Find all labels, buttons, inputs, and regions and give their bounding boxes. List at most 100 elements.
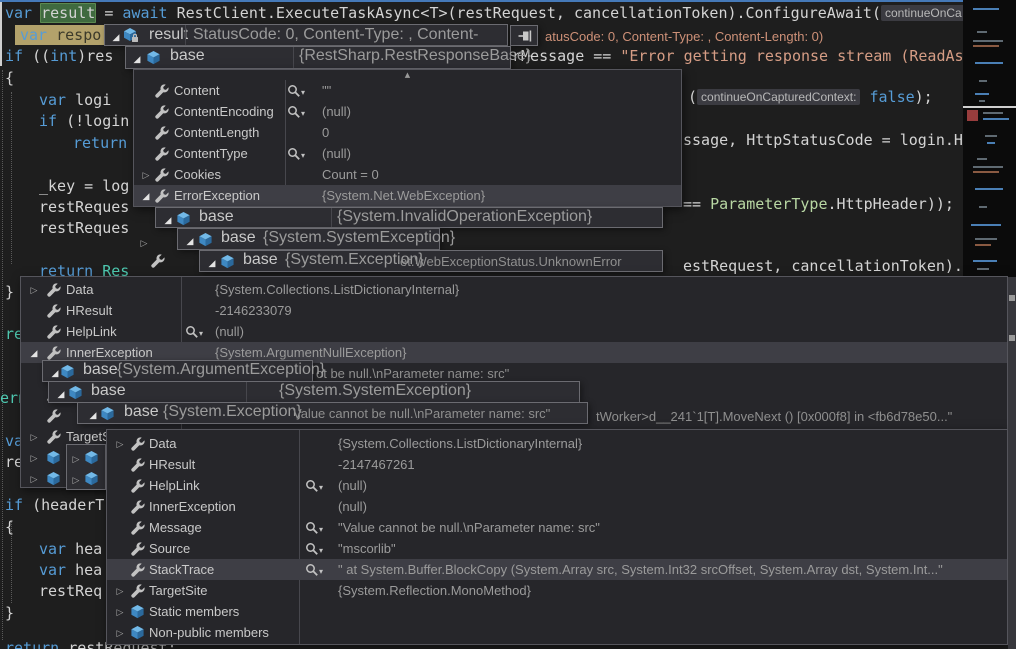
expanded-chevron-icon[interactable] xyxy=(86,403,100,422)
datatip-root-row[interactable]: result StatusCode: 0, Content-Type: , Co… xyxy=(104,24,508,63)
property-row-selected[interactable]: ErrorException {System.Net.WebException} xyxy=(134,185,681,206)
property-row[interactable]: ContentEncoding ▾ (null) xyxy=(134,101,681,122)
member-value: {System.SystemException} xyxy=(279,382,472,399)
property-row[interactable]: HelpLink ▾ (null) xyxy=(21,321,1007,342)
expanded-chevron-icon[interactable] xyxy=(183,229,197,248)
magnifier-icon[interactable]: ▾ xyxy=(305,541,323,556)
class-cube-icon xyxy=(84,450,99,465)
code-text: (!login xyxy=(66,112,130,130)
property-row[interactable]: Non-public members xyxy=(107,622,1007,643)
collapsed-chevron-icon[interactable] xyxy=(27,468,41,491)
expanded-chevron-icon[interactable] xyxy=(54,382,68,401)
member-name: base xyxy=(199,208,234,225)
minimap-mark xyxy=(973,40,1003,42)
nested-base-row[interactable]: base {System.SystemException} xyxy=(177,228,455,250)
wrench-icon xyxy=(150,253,165,268)
wrench-icon xyxy=(46,282,61,297)
property-row[interactable]: HelpLink ▾ (null) xyxy=(107,475,1007,496)
property-row[interactable]: HResult -2146233079 xyxy=(21,300,1007,321)
expanded-chevron-icon[interactable] xyxy=(161,208,175,227)
collapsed-chevron-icon[interactable] xyxy=(27,279,41,302)
property-row[interactable]: Data {System.Collections.ListDictionaryI… xyxy=(21,279,1007,300)
magnifier-icon[interactable]: ▾ xyxy=(305,520,323,535)
collapsed-chevron-icon[interactable] xyxy=(137,231,151,250)
datatip-base-row[interactable]: base {RestSharp.RestResponseBase} xyxy=(125,46,531,69)
nested-base-row[interactable]: base {System.Exception} et.WebExceptionS… xyxy=(199,250,663,272)
code-text: )res xyxy=(77,47,114,65)
minimap[interactable] xyxy=(963,0,1016,277)
nested-base-row[interactable]: base {System.InvalidOperationException} xyxy=(155,207,663,228)
property-row[interactable]: Cookies Count = 0 xyxy=(134,164,681,185)
collapsed-chevron-icon[interactable] xyxy=(139,164,153,187)
magnifier-icon[interactable]: ▾ xyxy=(287,104,305,119)
code-line-17: if (headerT xyxy=(5,495,104,516)
magnifier-icon[interactable]: ▾ xyxy=(305,562,323,577)
property-row[interactable]: HResult -2147467261 xyxy=(107,454,1007,475)
minimap-mark xyxy=(973,260,997,262)
wrench-icon xyxy=(130,562,145,577)
expanded-chevron-icon[interactable] xyxy=(109,25,123,48)
datatip-popup-exception: Data {System.Collections.ListDictionaryI… xyxy=(106,429,1008,645)
wrench-icon xyxy=(130,583,145,598)
property-value: {System.Net.WebException} xyxy=(322,188,486,203)
wrench-icon xyxy=(130,541,145,556)
property-row[interactable]: Data {System.Collections.ListDictionaryI… xyxy=(107,433,1007,454)
property-row[interactable]: ContentType ▾ (null) xyxy=(134,143,681,164)
collapsed-chevron-icon[interactable] xyxy=(113,580,127,603)
collapsed-chevron-icon[interactable] xyxy=(27,447,41,470)
property-row[interactable]: Message ▾ "Value cannot be null.\nParame… xyxy=(107,517,1007,538)
nested-base-row[interactable]: base {System.ArgumentException} xyxy=(42,360,325,382)
collapsed-chevron-icon[interactable] xyxy=(113,601,127,624)
code-keyword: false xyxy=(860,88,915,106)
collapsed-chevron-icon[interactable] xyxy=(113,433,127,456)
minimap-mark xyxy=(975,93,989,95)
wrench-icon xyxy=(46,303,61,318)
property-name: ErrorException xyxy=(174,188,260,203)
property-row[interactable]: Static members xyxy=(107,601,1007,622)
collapsed-chevron-icon[interactable] xyxy=(113,622,127,645)
magnifier-icon[interactable]: ▾ xyxy=(287,83,305,98)
property-name: HResult xyxy=(66,303,113,318)
wrench-icon xyxy=(46,345,61,360)
property-row[interactable]: InnerException (null) xyxy=(107,496,1007,517)
wrench-icon xyxy=(154,125,169,140)
code-right-6: estRequest, cancellationToken).C xyxy=(683,257,972,275)
expanded-chevron-icon[interactable] xyxy=(205,251,219,270)
property-row[interactable]: ContentLength 0 xyxy=(134,122,681,143)
magnifier-icon[interactable]: ▾ xyxy=(305,478,323,493)
collapsed-chevron-icon[interactable] xyxy=(27,426,41,449)
property-row-selected[interactable]: StackTrace ▾ " at System.Buffer.BlockCop… xyxy=(107,559,1007,580)
member-name: base xyxy=(124,403,159,420)
expanded-chevron-icon[interactable] xyxy=(139,185,153,208)
property-value: "Value cannot be null.\nParameter name: … xyxy=(338,520,600,535)
property-row[interactable]: Content ▾ "" xyxy=(134,80,681,101)
collapsed-chevron-icon[interactable] xyxy=(69,468,83,487)
vertical-scrollbar[interactable] xyxy=(1008,277,1016,649)
magnifier-icon[interactable]: ▾ xyxy=(185,324,203,339)
pin-button[interactable] xyxy=(510,25,538,46)
magnifier-icon[interactable]: ▾ xyxy=(287,146,305,161)
column-separator xyxy=(246,382,247,402)
minimap-mark xyxy=(979,206,987,208)
code-text: RestClient.ExecuteTaskAsync<T>(restReque… xyxy=(167,4,881,22)
collapsed-chevron-icon[interactable] xyxy=(69,447,83,466)
code-keyword: if xyxy=(5,496,33,514)
minimap-error-mark xyxy=(967,110,978,121)
expanded-chevron-icon[interactable] xyxy=(27,342,41,365)
property-name: Data xyxy=(149,436,177,451)
member-name: base xyxy=(91,382,126,399)
property-value: Count = 0 xyxy=(322,167,379,182)
code-keyword: if xyxy=(5,47,33,65)
minimap-mark xyxy=(985,135,997,137)
property-value: -2146233079 xyxy=(215,303,292,318)
property-row[interactable]: Source ▾ "mscorlib" xyxy=(107,538,1007,559)
datatip-popup-restresponse: ▲ Content ▾ "" ContentEncoding ▾ (null) … xyxy=(133,69,682,207)
code-text: logi xyxy=(75,91,112,109)
property-name: TargetSite xyxy=(149,583,208,598)
nested-base-row[interactable]: base {System.SystemException} xyxy=(48,381,580,403)
scroll-up-icon[interactable]: ▲ xyxy=(134,70,681,80)
property-row[interactable]: TargetSite {System.Reflection.MonoMethod… xyxy=(107,580,1007,601)
nested-base-row[interactable]: base {System.Exception} Value cannot be … xyxy=(77,402,588,424)
expanded-chevron-icon[interactable] xyxy=(130,47,144,66)
class-cube-icon xyxy=(46,471,61,486)
